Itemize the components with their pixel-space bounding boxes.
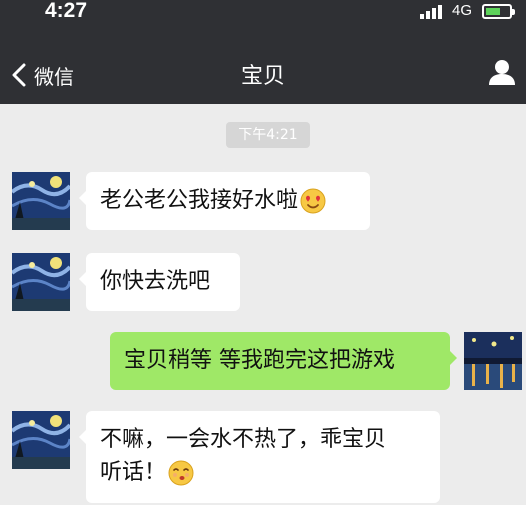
nav-bar: 微信 宝贝 — [0, 44, 526, 104]
chat-title: 宝贝 — [240, 64, 285, 89]
kissing-emoji-icon — [168, 460, 194, 486]
profile-icon[interactable] — [488, 58, 516, 86]
contact-avatar[interactable] — [12, 253, 70, 311]
message-timestamp: 下午4:21 — [226, 122, 310, 148]
message-text: 你快去洗吧 — [100, 269, 211, 294]
message-bubble-outgoing[interactable]: 宝贝稍等 等我跑完这把游戏 — [110, 332, 457, 390]
message-text-line: 听话！ — [100, 460, 167, 485]
signal-icon — [420, 5, 446, 19]
message-text-line: 不嘛，一会水不热了，乖宝贝 — [100, 427, 387, 452]
status-bar: 4:27 4G — [0, 0, 526, 26]
contact-avatar[interactable] — [12, 172, 70, 230]
message-bubble-incoming[interactable]: 不嘛，一会水不热了，乖宝贝 听话！ — [79, 411, 440, 503]
my-avatar[interactable] — [464, 332, 522, 390]
top-bar: 4:27 4G 微信 宝贝 — [0, 0, 526, 104]
message-text: 老公老公我接好水啦 — [100, 188, 299, 213]
contact-avatar[interactable] — [12, 411, 70, 469]
heart-eyes-emoji-icon — [300, 188, 326, 214]
battery-icon — [482, 4, 515, 19]
message-bubble-incoming[interactable]: 老公老公我接好水啦 — [79, 172, 370, 230]
message-text: 宝贝稍等 等我跑完这把游戏 — [124, 348, 395, 373]
status-time: 4:27 — [45, 0, 88, 22]
network-type: 4G — [452, 2, 473, 19]
message-bubble-incoming[interactable]: 你快去洗吧 — [79, 253, 240, 311]
